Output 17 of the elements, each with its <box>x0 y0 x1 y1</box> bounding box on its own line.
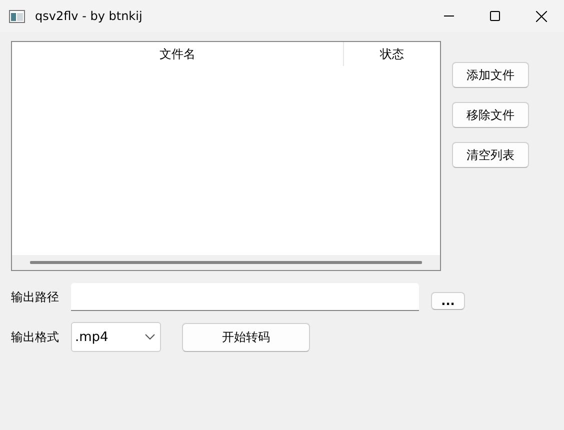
action-button[interactable]: 添加文件 <box>452 62 529 88</box>
column-header[interactable]: 文件名 <box>12 42 344 66</box>
output-path-field[interactable] <box>71 283 419 311</box>
format-dropdown[interactable]: .mp4 <box>71 322 161 352</box>
format-label: 输出格式 <box>11 328 60 346</box>
start-button[interactable]: 开始转码 <box>182 322 310 352</box>
action-button[interactable]: 移除文件 <box>452 102 529 128</box>
browse-button[interactable]: ... <box>431 292 465 310</box>
horizontal-scrollbar[interactable] <box>12 255 440 270</box>
close-icon <box>536 10 546 22</box>
app-icon <box>9 10 25 22</box>
maximize-icon <box>490 11 500 21</box>
window-title: qsv2flv - by btnkij <box>35 9 144 23</box>
chevron-down-icon <box>145 334 155 340</box>
path-label: 输出路径 <box>11 288 60 306</box>
action-button[interactable]: 清空列表 <box>452 142 529 168</box>
column-header[interactable]: 状态 <box>344 42 440 66</box>
